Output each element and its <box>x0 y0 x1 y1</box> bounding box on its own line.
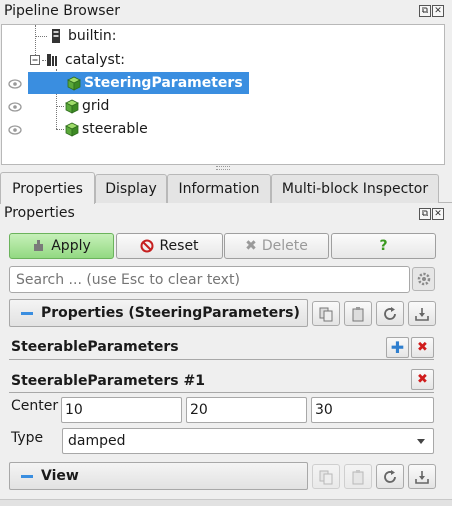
tab-display[interactable]: Display <box>95 174 167 203</box>
reset-button[interactable]: Reset <box>116 233 223 259</box>
close-icon[interactable]: ✕ <box>432 208 444 220</box>
undock-icon[interactable]: ⧉ <box>419 5 431 17</box>
collapse-minus-icon <box>21 474 33 478</box>
undock-icon[interactable]: ⧉ <box>419 208 431 220</box>
tree-item-label: grid <box>82 98 110 114</box>
center-label: Center <box>11 398 59 414</box>
tree-item-steering-parameters[interactable]: SteeringParameters <box>28 72 249 94</box>
section-title: Properties (SteeringParameters) <box>41 305 300 321</box>
tree-item-label: SteeringParameters <box>84 75 243 91</box>
pipeline-tree[interactable]: builtin: catalyst: SteeringParameters gr… <box>1 24 445 170</box>
close-icon[interactable]: ✕ <box>432 5 444 17</box>
tree-item-label: steerable <box>82 121 148 137</box>
tab-multi-block-inspector[interactable]: Multi-block Inspector <box>271 174 439 203</box>
plus-icon: ✚ <box>390 338 405 357</box>
apply-icon <box>34 240 44 251</box>
save-icon <box>415 307 429 321</box>
properties-section-header[interactable]: Properties (SteeringParameters) <box>9 299 308 327</box>
subgroup-title: SteerableParameters #1 <box>11 373 205 389</box>
save-defaults-button[interactable] <box>408 464 436 489</box>
copy-button[interactable] <box>312 464 340 489</box>
tree-item-label: builtin: <box>68 28 117 44</box>
tree-item-steerable[interactable]: steerable <box>64 118 148 140</box>
paste-icon <box>352 306 364 321</box>
group-title: SteerableParameters <box>11 339 179 355</box>
tree-item-grid[interactable]: grid <box>64 95 109 117</box>
properties-panel-title: Properties <box>4 205 75 221</box>
collapse-minus-icon <box>21 311 33 315</box>
center-z-field[interactable] <box>311 397 434 423</box>
save-icon <box>415 470 429 484</box>
paste-button[interactable] <box>344 301 372 326</box>
refresh-icon <box>384 469 396 483</box>
view-section-header[interactable]: View <box>9 462 308 490</box>
type-label: Type <box>11 430 44 446</box>
gear-icon <box>417 272 430 286</box>
delete-label: Delete <box>261 238 308 254</box>
apply-button[interactable]: Apply <box>9 233 114 259</box>
copy-icon <box>319 470 333 484</box>
chevron-down-icon <box>417 439 425 444</box>
remove-item-button[interactable]: ✖ <box>411 369 434 390</box>
remove-icon: ✖ <box>417 372 428 387</box>
tab-properties[interactable]: Properties <box>0 172 95 204</box>
cube-icon <box>65 99 79 114</box>
splitter-handle[interactable] <box>216 166 230 170</box>
bottom-scroll-area <box>0 499 452 506</box>
type-select[interactable]: damped <box>62 428 434 454</box>
advanced-settings-button[interactable] <box>412 267 435 291</box>
reset-label: Reset <box>159 238 199 254</box>
collapse-toggle-icon[interactable] <box>30 54 41 66</box>
separator <box>9 392 434 393</box>
copy-button[interactable] <box>312 301 340 326</box>
visibility-eye-icon[interactable] <box>6 122 22 136</box>
remove-group-button[interactable]: ✖ <box>411 337 434 358</box>
tab-information[interactable]: Information <box>167 174 271 203</box>
help-button[interactable]: ? <box>331 233 436 259</box>
tree-item-label: catalyst: <box>65 52 126 68</box>
delete-button[interactable]: ✖ Delete <box>224 233 329 259</box>
delete-icon: ✖ <box>245 238 257 254</box>
paste-icon <box>352 469 364 484</box>
separator <box>9 359 434 360</box>
refresh-icon <box>384 306 396 320</box>
remove-icon: ✖ <box>417 340 428 355</box>
restore-defaults-button[interactable] <box>376 464 404 489</box>
reset-icon <box>140 239 154 253</box>
properties-dock-controls: ⧉ ✕ <box>419 208 444 220</box>
tree-item-builtin[interactable]: builtin: <box>48 25 117 47</box>
cube-icon <box>65 122 79 137</box>
view-section-title: View <box>41 468 79 484</box>
save-defaults-button[interactable] <box>408 301 436 326</box>
tab-bar: Properties Display Information Multi-blo… <box>0 172 452 204</box>
pipeline-dock-controls: ⧉ ✕ <box>419 5 444 17</box>
search-input[interactable] <box>9 266 410 293</box>
server-icon <box>47 54 57 66</box>
help-label: ? <box>379 238 388 254</box>
center-x-field[interactable] <box>61 397 182 423</box>
visibility-eye-icon[interactable] <box>6 76 22 90</box>
paste-button[interactable] <box>344 464 372 489</box>
restore-defaults-button[interactable] <box>376 301 404 326</box>
apply-label: Apply <box>51 238 91 254</box>
cube-icon <box>67 76 81 91</box>
add-item-button[interactable]: ✚ <box>386 337 409 358</box>
type-select-value: damped <box>68 433 126 449</box>
copy-icon <box>319 307 333 321</box>
visibility-eye-icon[interactable] <box>6 99 22 113</box>
tree-item-catalyst[interactable]: catalyst: <box>30 49 125 71</box>
pipeline-browser-title: Pipeline Browser <box>4 3 120 19</box>
server-icon <box>52 29 60 43</box>
center-y-field[interactable] <box>186 397 307 423</box>
